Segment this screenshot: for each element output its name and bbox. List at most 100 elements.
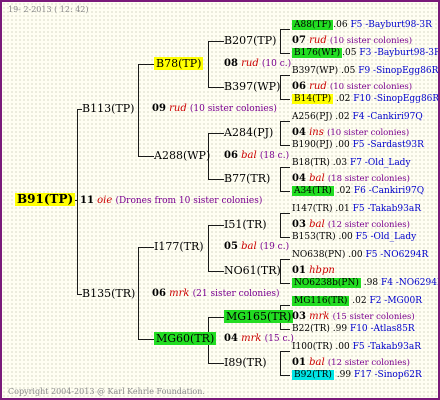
connector — [280, 121, 281, 145]
connector — [208, 87, 224, 88]
gen3-info: 01 bal (12 sister colonies) — [292, 357, 410, 368]
gen4-code[interactable]: I147(TR) — [292, 204, 333, 214]
gen3-info: 06 rud (10 sister colonies) — [292, 81, 413, 92]
copyright-footer: Copyright 2004-2013 @ Karl Kehrle Founda… — [8, 387, 205, 396]
connector — [280, 191, 290, 192]
gen2-dam-sire-info: 05 bal (19 c.) — [224, 241, 290, 252]
gen4-entry: B22(TR) .99 F10 -Atlas85R — [292, 324, 415, 334]
connector — [280, 305, 290, 306]
root-breeder: oie — [97, 195, 113, 206]
dam-generation: 06 — [152, 288, 166, 299]
gen4-code[interactable]: B153(TR) — [292, 232, 336, 242]
gen4-entry: NO6238b(PN) .98 F4 -NO6294R — [292, 278, 440, 288]
gen4-code[interactable]: B14(TP) — [292, 94, 334, 104]
connector — [280, 329, 290, 330]
connector — [138, 64, 154, 65]
gen3-info: 01 hbpn — [292, 265, 335, 276]
dam-code[interactable]: B135(TR) — [82, 287, 135, 300]
dam-info: 06 mrk (21 sister colonies) — [152, 287, 280, 301]
gen4-code[interactable]: B190(PJ) — [292, 140, 332, 150]
sire-generation: 09 — [152, 103, 166, 114]
gen4-entry: B176(WP) .05 F3 -Bayburt98-3R — [292, 48, 440, 58]
gen3-code[interactable]: I89(TR) — [224, 356, 267, 369]
gen4-entry: I100(TR) .00 F5 -Takab93aR — [292, 342, 422, 352]
gen4-code[interactable]: B176(WP) — [292, 48, 343, 58]
gen2-sire-sire-info: 08 rud (10 c.) — [224, 58, 292, 69]
root-note: (Drones from 10 sister colonies) — [115, 196, 263, 206]
gen4-entry: B14(TP) .02 F10 -SinopEgg86R — [292, 94, 440, 104]
connector — [280, 75, 290, 76]
gen3-info: 07 rud (10 sister colonies) — [292, 35, 413, 46]
connector — [208, 317, 224, 318]
connector — [208, 271, 224, 272]
gen4-entry: A88(TF) .06 F5 -Bayburt98-3R — [292, 20, 432, 30]
gen4-entry: B92(TR) .99 F17 -Sinop62R — [292, 370, 422, 380]
gen4-code[interactable]: NO6238b(PN) — [292, 278, 361, 288]
gen3-code[interactable]: MG165(TR) — [224, 310, 294, 323]
gen4-code[interactable]: A88(TF) — [292, 20, 334, 30]
gen3-code[interactable]: NO61(TR) — [224, 264, 281, 277]
sire-code[interactable]: B113(TP) — [82, 102, 134, 115]
connector — [77, 109, 78, 294]
connector — [138, 339, 154, 340]
gen2-dam-dam-code[interactable]: MG60(TR) — [154, 332, 217, 345]
connector — [280, 351, 281, 375]
gen4-entry: I147(TR) .01 F5 -Takab93aR — [292, 204, 422, 214]
gen4-entry: B190(PJ) .00 F5 -Sardast93R — [292, 140, 424, 150]
gen4-code[interactable]: B92(TR) — [292, 370, 334, 380]
pedigree-frame: { "header": "19- 2-2013 ( 12: 42)", "foo… — [0, 0, 440, 400]
gen4-entry: A34(TR) .02 F6 -Cankiri97Q — [292, 186, 425, 196]
connector — [280, 99, 290, 100]
connector — [280, 167, 290, 168]
connector — [280, 53, 290, 54]
gen4-code[interactable]: A256(PJ) — [292, 112, 332, 122]
gen2-dam-dam-info: 04 mrk (15 c.) — [224, 333, 294, 344]
gen3-code[interactable]: I51(TR) — [224, 218, 267, 231]
gen2-sire-dam-info: 06 bal (18 c.) — [224, 150, 290, 161]
connector — [280, 283, 290, 284]
connector — [280, 29, 290, 30]
connector — [280, 213, 290, 214]
gen4-code[interactable]: A34(TR) — [292, 186, 334, 196]
gen4-code[interactable]: I100(TR) — [292, 342, 333, 352]
gen3-code[interactable]: A284(PJ) — [224, 126, 273, 139]
connector — [208, 133, 224, 134]
gen4-code[interactable]: B18(TR) — [292, 158, 330, 168]
timestamp: 19- 2-2013 ( 12: 42) — [8, 5, 89, 14]
gen2-sire-dam-code[interactable]: A288(WP) — [154, 149, 210, 162]
connector — [208, 225, 209, 271]
root-generation: 11 — [80, 195, 94, 206]
connector — [280, 351, 290, 352]
connector — [138, 64, 139, 156]
connector — [138, 247, 154, 248]
gen2-sire-sire-code[interactable]: B78(TP) — [154, 57, 204, 70]
connector — [280, 213, 281, 237]
connector — [208, 41, 224, 42]
connector — [280, 167, 281, 191]
connector — [208, 363, 224, 364]
gen4-code[interactable]: MG116(TR) — [292, 296, 350, 306]
connector — [208, 41, 209, 87]
gen3-code[interactable]: B207(TP) — [224, 34, 276, 47]
root-queen-code[interactable]: B91(TP) — [15, 193, 76, 206]
gen4-code[interactable]: NO638(PN) — [292, 250, 345, 260]
gen4-code[interactable]: B22(TR) — [292, 324, 330, 334]
sire-breeder: rud — [169, 103, 187, 114]
gen4-code[interactable]: B397(WP) — [292, 66, 338, 76]
gen3-info: 04 ins (10 sister colonies) — [292, 127, 410, 138]
connector — [280, 145, 290, 146]
connector — [280, 29, 281, 53]
gen3-code[interactable]: B397(WP) — [224, 80, 280, 93]
root-queen-info: 11 oie (Drones from 10 sister colonies) — [80, 194, 262, 208]
gen2-dam-sire-code[interactable]: I177(TR) — [154, 240, 204, 253]
gen3-code[interactable]: B77(TR) — [224, 172, 270, 185]
connector — [280, 375, 290, 376]
gen4-entry: B153(TR) .00 F5 -Old_Lady — [292, 232, 417, 242]
dam-note: (21 sister colonies) — [192, 289, 280, 299]
gen3-info: 03 mrk (15 sister colonies) — [292, 311, 415, 322]
connector — [138, 247, 139, 339]
connector — [138, 156, 154, 157]
connector — [280, 121, 290, 122]
sire-info: 09 rud (10 sister colonies) — [152, 102, 277, 116]
connector — [208, 179, 224, 180]
